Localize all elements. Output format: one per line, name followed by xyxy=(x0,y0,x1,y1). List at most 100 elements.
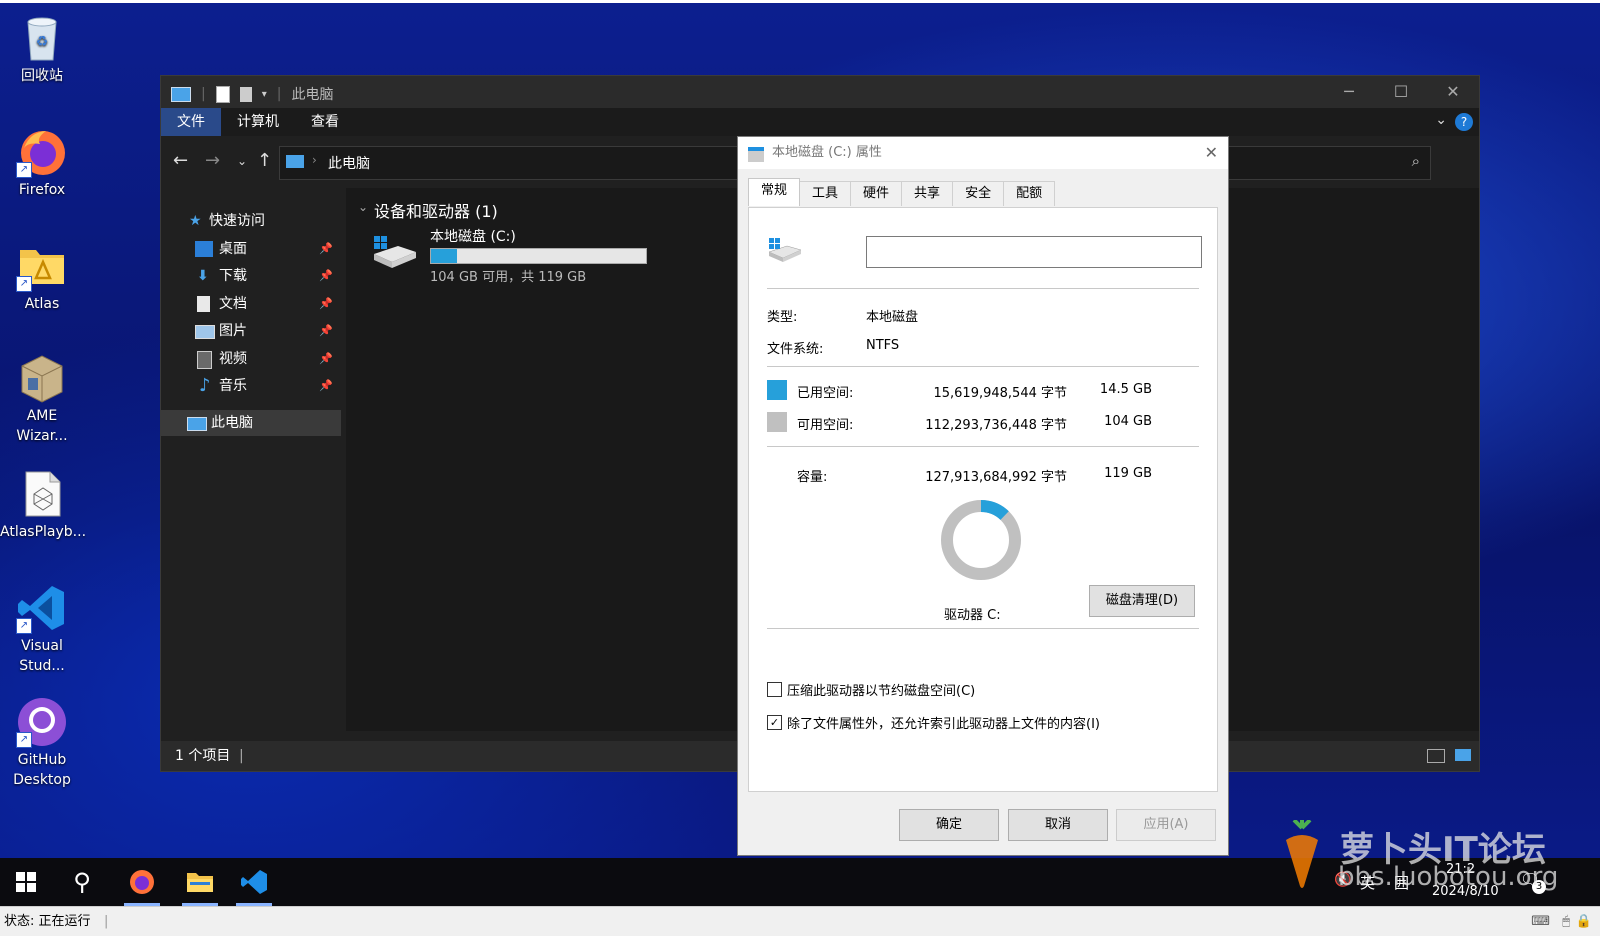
desktop-icon-label: 回收站 xyxy=(21,68,63,84)
type-value: 本地磁盘 xyxy=(866,310,919,325)
used-space-swatch xyxy=(767,380,787,400)
tab-general[interactable]: 常规 xyxy=(748,178,801,206)
shortcut-arrow-icon: ↗ xyxy=(16,618,32,634)
separator xyxy=(767,288,1199,289)
taskbar-vscode[interactable] xyxy=(230,858,278,906)
large-icons-view-icon[interactable] xyxy=(1455,749,1471,761)
desktop-icon-github-desktop[interactable]: ↗ GitHub Desktop xyxy=(0,696,84,790)
help-icon[interactable]: ? xyxy=(1455,113,1473,131)
search-icon[interactable]: ⌕ xyxy=(1412,152,1420,170)
pin-icon[interactable]: 📌 xyxy=(319,373,333,399)
pin-icon[interactable]: 📌 xyxy=(319,291,333,317)
tab-quota[interactable]: 配额 xyxy=(1003,181,1056,206)
drive-c-tile[interactable]: 本地磁盘 (C:) 104 GB 可用，共 119 GB xyxy=(366,226,666,285)
taskbar-file-explorer[interactable] xyxy=(176,858,224,906)
breadcrumb-this-pc[interactable]: 此电脑 xyxy=(328,153,370,173)
collapse-chevron-icon[interactable]: ⌄ xyxy=(358,200,368,214)
forward-arrow-icon[interactable]: → xyxy=(205,150,220,171)
vscode-icon xyxy=(241,870,267,894)
start-button[interactable] xyxy=(2,858,50,906)
apply-button[interactable]: 应用(A) xyxy=(1116,809,1216,841)
tab-sharing[interactable]: 共享 xyxy=(901,181,954,206)
pin-icon[interactable]: 📌 xyxy=(319,236,333,262)
drive-letter-label: 驱动器 C: xyxy=(944,608,1001,623)
nav-item-downloads[interactable]: ⬇ 下载 📌 xyxy=(161,263,341,289)
drive-icon xyxy=(748,147,764,162)
desktop-icon-ame-wizard[interactable]: AME Wizar... xyxy=(0,352,84,446)
volume-label-input[interactable] xyxy=(866,236,1202,268)
properties-icon[interactable] xyxy=(215,85,230,103)
close-button[interactable]: ✕ xyxy=(1427,76,1479,108)
desktop-icon-firefox[interactable]: ↗ Firefox xyxy=(0,126,84,200)
dialog-titlebar[interactable]: 本地磁盘 (C:) 属性 ✕ xyxy=(738,137,1228,169)
back-arrow-icon[interactable]: ← xyxy=(173,150,188,171)
disk-cleanup-button[interactable]: 磁盘清理(D) xyxy=(1089,585,1195,617)
window-title: 此电脑 xyxy=(291,87,334,103)
dialog-tabs: 常规 工具 硬件 共享 安全 配额 xyxy=(748,178,1056,207)
desktop-icon-vscode[interactable]: ↗ Visual Stud... xyxy=(0,582,84,676)
properties-dialog[interactable]: 本地磁盘 (C:) 属性 ✕ 常规 工具 硬件 共享 安全 配额 类型: 本地磁… xyxy=(737,136,1229,856)
lock-icon[interactable]: 🔒 xyxy=(1576,907,1592,936)
donut-free-segment xyxy=(941,500,1021,580)
compress-checkbox[interactable] xyxy=(767,682,782,697)
ribbon-tab-file[interactable]: 文件 xyxy=(161,108,221,136)
vscode-icon: ↗ xyxy=(16,582,68,634)
download-arrow-icon: ⬇ xyxy=(197,268,209,284)
chevron-down-icon[interactable]: ▾ xyxy=(262,89,267,100)
group-header[interactable]: 设备和驱动器 (1) xyxy=(374,198,498,222)
hard-drive-icon xyxy=(767,236,803,264)
recent-locations-icon[interactable]: ⌄ xyxy=(237,154,247,168)
nav-item-documents[interactable]: 文档 📌 xyxy=(161,291,341,317)
separator xyxy=(767,628,1199,629)
ribbon-expand-icon[interactable]: ⌄ xyxy=(1435,112,1447,128)
this-pc-icon xyxy=(187,417,207,431)
cancel-button[interactable]: 取消 xyxy=(1008,809,1108,841)
ribbon-tab-view[interactable]: 查看 xyxy=(295,108,355,136)
pin-icon[interactable]: 📌 xyxy=(319,263,333,289)
capacity-bytes: 127,913,684,992 字节 xyxy=(925,470,1067,485)
keyboard-icon[interactable]: ⌨ xyxy=(1531,907,1550,936)
up-arrow-icon[interactable]: ↑ xyxy=(257,150,272,171)
shortcut-arrow-icon: ↗ xyxy=(16,276,32,292)
nav-item-pictures[interactable]: 图片 📌 xyxy=(161,318,341,344)
mouse-icon[interactable]: 🖱 xyxy=(1562,907,1570,936)
nav-item-desktop[interactable]: 桌面 📌 xyxy=(161,236,341,262)
desktop-icon-atlas-playbook[interactable]: AtlasPlayb... xyxy=(0,468,86,542)
new-folder-icon[interactable] xyxy=(239,86,252,102)
taskbar-firefox[interactable] xyxy=(118,858,166,906)
tab-security[interactable]: 安全 xyxy=(952,181,1005,206)
nav-item-this-pc[interactable]: 此电脑 xyxy=(161,410,341,436)
folder-icon xyxy=(187,873,213,892)
windows-logo-icon xyxy=(16,872,36,892)
tab-hardware[interactable]: 硬件 xyxy=(850,181,903,206)
close-icon[interactable]: ✕ xyxy=(1205,137,1218,169)
explorer-titlebar[interactable]: | ▾ | 此电脑 ─ ☐ ✕ xyxy=(161,76,1479,108)
separator xyxy=(767,446,1199,447)
nav-quick-access[interactable]: ★ 快速访问 xyxy=(161,208,341,234)
shortcut-arrow-icon: ↗ xyxy=(16,162,32,178)
minimize-button[interactable]: ─ xyxy=(1323,76,1375,108)
capacity-gb: 119 GB xyxy=(1104,466,1152,481)
desktop-icon-recycle-bin[interactable]: ♻ 回收站 xyxy=(0,12,84,86)
ribbon: 文件 计算机 查看 ⌄ ? xyxy=(161,108,1479,136)
search-icon[interactable]: ⚲ xyxy=(58,858,106,906)
desktop-icon-label: Firefox xyxy=(18,182,66,198)
free-gb: 104 GB xyxy=(1104,414,1152,429)
desktop-icon-label: GitHub Desktop xyxy=(13,752,71,788)
desktop-icon-atlas[interactable]: ↗ Atlas xyxy=(0,240,84,314)
top-border xyxy=(0,0,1600,3)
ribbon-tab-computer[interactable]: 计算机 xyxy=(221,108,295,136)
ok-button[interactable]: 确定 xyxy=(899,809,999,841)
maximize-button[interactable]: ☐ xyxy=(1375,76,1427,108)
pin-icon[interactable]: 📌 xyxy=(319,346,333,372)
details-view-icon[interactable] xyxy=(1427,749,1445,763)
nav-item-videos[interactable]: 视频 📌 xyxy=(161,346,341,372)
pin-icon[interactable]: 📌 xyxy=(319,318,333,344)
desktop-icon-label: Atlas xyxy=(24,296,60,312)
tab-tools[interactable]: 工具 xyxy=(799,181,852,206)
breadcrumb-separator-icon: › xyxy=(312,153,317,167)
recycle-bin-icon: ♻ xyxy=(16,12,68,64)
index-checkbox[interactable]: ✓ xyxy=(767,715,782,730)
nav-item-music[interactable]: ♪ 音乐 📌 xyxy=(161,373,341,399)
this-pc-icon xyxy=(286,155,304,168)
